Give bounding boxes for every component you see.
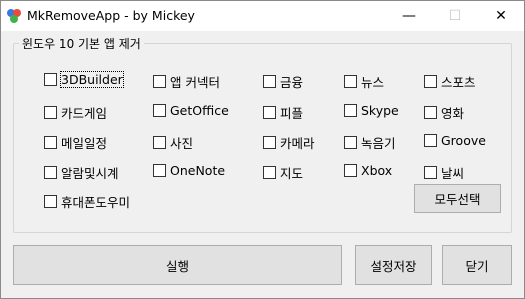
checkbox-box[interactable] [424, 75, 437, 88]
checkbox-box[interactable] [263, 75, 276, 88]
app-checkbox[interactable]: 스포츠 [424, 72, 476, 91]
checkbox-box[interactable] [344, 75, 357, 88]
app-checkbox[interactable]: 녹음기 [344, 133, 396, 152]
checkbox-box[interactable] [263, 106, 276, 119]
app-checkbox[interactable]: Xbox [344, 163, 392, 178]
group-legend: 윈도우 10 기본 앱 제거 [19, 35, 144, 52]
app-checkbox[interactable]: 피플 [263, 103, 303, 122]
checkbox-label: GetOffice [170, 103, 229, 118]
app-checkbox[interactable]: 메일일정 [44, 133, 107, 152]
checkbox-label: 영화 [441, 106, 465, 121]
checkbox-label: Groove [441, 133, 486, 148]
checkbox-box[interactable] [424, 134, 437, 147]
app-checkbox[interactable]: 지도 [263, 163, 303, 182]
app-checkbox[interactable]: 카메라 [263, 133, 315, 152]
close-button[interactable]: 닫기 [442, 245, 512, 285]
run-button[interactable]: 실행 [13, 245, 342, 285]
checkbox-box[interactable] [424, 166, 437, 179]
checkbox-box[interactable] [263, 166, 276, 179]
app-checkbox[interactable]: 휴대폰도우미 [44, 192, 130, 211]
checkbox-label: 지도 [280, 166, 304, 181]
checkbox-label: 뉴스 [361, 75, 385, 90]
maximize-button[interactable]: ☐ [432, 1, 478, 31]
checkbox-label: OneNote [170, 163, 226, 178]
app-icon [7, 9, 21, 23]
checkbox-box[interactable] [263, 136, 276, 149]
checkbox-label: Xbox [361, 163, 393, 178]
checkbox-box[interactable] [44, 136, 57, 149]
checkbox-label: 3DBuilder [60, 71, 124, 88]
checkbox-label: 사진 [170, 136, 194, 151]
checkbox-box[interactable] [344, 136, 357, 149]
app-checkbox[interactable]: GetOffice [153, 103, 229, 118]
checkbox-box[interactable] [153, 164, 166, 177]
checkbox-label: 금융 [280, 75, 304, 90]
checkbox-box[interactable] [153, 104, 166, 117]
checkbox-label: 알람및시계 [61, 166, 119, 181]
close-window-button[interactable]: ✕ [478, 1, 524, 31]
app-checkbox[interactable]: 금융 [263, 72, 303, 91]
select-all-button[interactable]: 모두선택 [414, 184, 501, 213]
checkbox-box[interactable] [344, 104, 357, 117]
app-checkbox[interactable]: 뉴스 [344, 72, 384, 91]
checkbox-label: 앱 커넥터 [170, 75, 220, 90]
checkbox-box[interactable] [44, 166, 57, 179]
checkbox-box[interactable] [153, 136, 166, 149]
app-checkbox[interactable]: Skype [344, 103, 399, 118]
checkbox-label: 휴대폰도우미 [61, 195, 131, 210]
app-checkbox[interactable]: 알람및시계 [44, 163, 119, 182]
app-checkbox[interactable]: OneNote [153, 163, 225, 178]
app-checkbox[interactable]: 3DBuilder [44, 71, 124, 88]
checkbox-label: Skype [361, 103, 399, 118]
title-bar[interactable]: MkRemoveApp - by Mickey — ☐ ✕ [1, 1, 524, 31]
checkbox-box[interactable] [424, 106, 437, 119]
checkbox-label: 피플 [280, 106, 304, 121]
checkbox-label: 날씨 [441, 166, 465, 181]
save-settings-button[interactable]: 설정저장 [355, 245, 432, 285]
checkbox-box[interactable] [44, 195, 57, 208]
checkbox-label: 녹음기 [361, 136, 396, 151]
app-checkbox[interactable]: 사진 [153, 133, 193, 152]
checkbox-label: 스포츠 [441, 75, 476, 90]
app-checkbox[interactable]: 앱 커넥터 [153, 72, 220, 91]
app-checkbox[interactable]: 카드게임 [44, 103, 107, 122]
app-checkbox[interactable]: 날씨 [424, 163, 464, 182]
minimize-button[interactable]: — [386, 1, 432, 31]
window-title: MkRemoveApp - by Mickey [27, 8, 195, 23]
checkbox-box[interactable] [153, 75, 166, 88]
app-checkbox[interactable]: 영화 [424, 103, 464, 122]
checkbox-label: 메일일정 [61, 136, 108, 151]
checkbox-box[interactable] [344, 164, 357, 177]
checkbox-label: 카메라 [280, 136, 315, 151]
checkbox-label: 카드게임 [61, 106, 108, 121]
checkbox-box[interactable] [44, 106, 57, 119]
app-checkbox[interactable]: Groove [424, 133, 486, 148]
checkbox-box[interactable] [44, 73, 57, 86]
